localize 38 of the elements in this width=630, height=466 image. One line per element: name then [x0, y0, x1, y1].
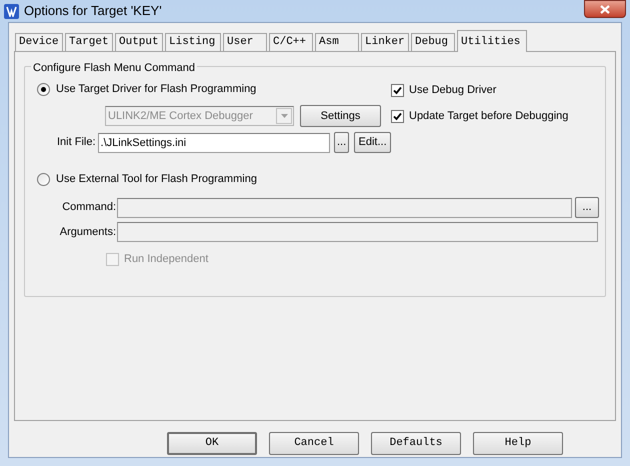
- defaults-button[interactable]: Defaults: [371, 432, 461, 455]
- tab[interactable]: Output: [115, 33, 163, 51]
- field-label: Init File:: [57, 135, 97, 150]
- command-field[interactable]: [117, 198, 572, 218]
- radio-button[interactable]: [37, 172, 50, 186]
- field-label: Command:: [61, 200, 117, 216]
- window-title: Options for Target 'KEY': [24, 2, 162, 20]
- close-button[interactable]: [584, 0, 626, 18]
- checkbox-label: Run Independent: [124, 252, 208, 267]
- edit-button[interactable]: Edit...: [354, 132, 391, 153]
- checkbox-label: Use Debug Driver: [409, 82, 496, 98]
- ok-button[interactable]: OK: [167, 432, 257, 455]
- browse-button[interactable]: ...: [334, 132, 350, 153]
- app-icon: [4, 4, 19, 18]
- tab[interactable]: Listing: [165, 33, 221, 51]
- arguments-field[interactable]: [117, 222, 598, 242]
- checkbox[interactable]: [391, 110, 404, 122]
- help-button[interactable]: Help: [473, 432, 563, 455]
- init-file-field[interactable]: .\JLinkSettings.ini: [98, 132, 330, 152]
- tab[interactable]: Asm: [315, 33, 359, 51]
- tab[interactable]: C/C++: [269, 33, 313, 51]
- tab[interactable]: User: [223, 33, 267, 51]
- settings-button[interactable]: Settings: [300, 105, 381, 127]
- checkbox[interactable]: [391, 84, 404, 96]
- tab[interactable]: Utilities: [457, 30, 527, 52]
- field-label: Arguments:: [58, 224, 117, 240]
- group-title: Configure Flash Menu Command: [31, 60, 198, 76]
- close-icon: [600, 4, 610, 14]
- cancel-button[interactable]: Cancel: [269, 432, 359, 455]
- browse-button[interactable]: ...: [575, 197, 599, 218]
- checkbox-label: Update Target before Debugging: [409, 108, 568, 124]
- tab[interactable]: Debug: [411, 33, 455, 51]
- radio-label: Use External Tool for Flash Programming: [56, 172, 257, 187]
- radio-button[interactable]: [37, 82, 50, 96]
- tab[interactable]: Target: [65, 33, 113, 51]
- tab[interactable]: Linker: [361, 33, 409, 51]
- tab[interactable]: Device: [15, 33, 63, 51]
- radio-label: Use Target Driver for Flash Programming: [56, 82, 256, 97]
